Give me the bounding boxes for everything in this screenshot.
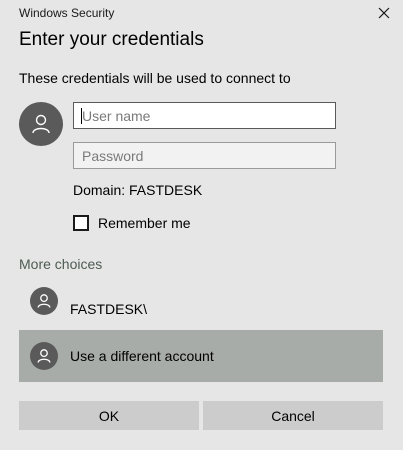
account-option-fastdesk[interactable]: FASTDESK\ xyxy=(19,282,383,334)
avatar xyxy=(19,102,63,146)
close-button[interactable] xyxy=(372,2,396,24)
dialog-heading: Enter your credentials xyxy=(19,29,204,50)
cancel-button[interactable]: Cancel xyxy=(203,401,383,430)
dialog-subtitle: These credentials will be used to connec… xyxy=(19,70,291,86)
account-option-different[interactable]: Use a different account xyxy=(19,330,383,382)
remember-me-label[interactable]: Remember me xyxy=(98,215,191,231)
text-cursor xyxy=(81,108,82,124)
ok-button[interactable]: OK xyxy=(19,401,199,430)
domain-label: Domain: FASTDESK xyxy=(73,182,203,198)
window-title: Windows Security xyxy=(19,6,115,20)
account-avatar xyxy=(30,342,58,370)
account-avatar xyxy=(30,287,58,315)
remember-me-checkbox[interactable] xyxy=(73,215,89,231)
credentials-dialog: Windows Security Enter your credentials … xyxy=(0,0,403,450)
user-icon xyxy=(32,114,50,134)
account-label: FASTDESK\ xyxy=(70,301,148,317)
username-input[interactable] xyxy=(73,102,336,129)
more-choices-label: More choices xyxy=(19,256,103,272)
user-icon xyxy=(37,294,51,308)
close-icon xyxy=(378,7,390,19)
password-input[interactable] xyxy=(73,142,336,169)
user-icon xyxy=(37,349,51,363)
account-label: Use a different account xyxy=(70,348,214,364)
